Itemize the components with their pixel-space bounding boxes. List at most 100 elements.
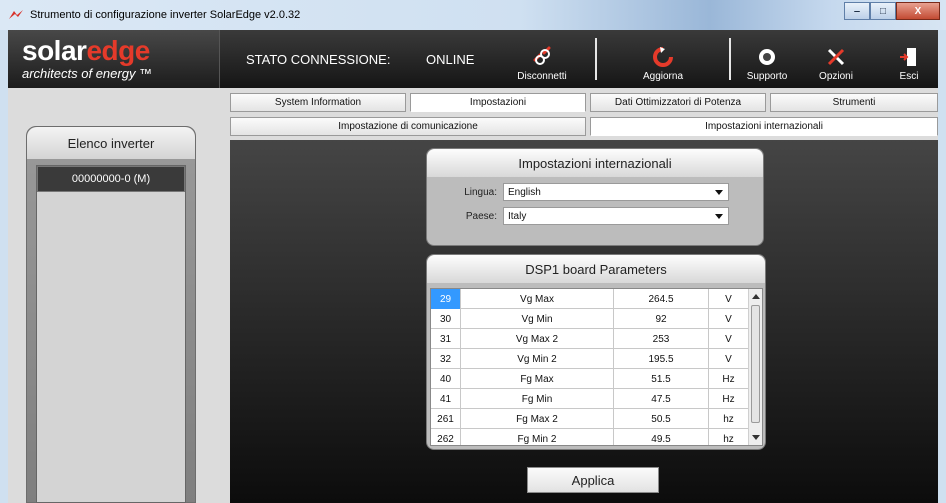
tab-tools[interactable]: Strumenti <box>770 93 938 112</box>
international-settings-title: Impostazioni internazionali <box>427 149 763 177</box>
window-controls: ‒ □ X <box>844 2 940 20</box>
table-row[interactable]: 30 Vg Min 92 V <box>431 309 749 329</box>
apply-button[interactable]: Applica <box>527 467 659 493</box>
param-name: Vg Min <box>461 309 614 329</box>
param-id: 31 <box>431 329 461 349</box>
logo-tagline: architects of energy ™ <box>22 66 153 81</box>
disconnect-button[interactable]: Disconnetti <box>512 36 572 82</box>
refresh-icon <box>653 47 673 67</box>
scroll-up-arrow-icon[interactable] <box>752 294 760 299</box>
param-value[interactable]: 264.5 <box>614 289 709 309</box>
param-id: 30 <box>431 309 461 329</box>
table-row[interactable]: 40 Fg Max 51.5 Hz <box>431 369 749 389</box>
table-row[interactable]: 29 Vg Max 264.5 V <box>431 289 749 309</box>
tab-communication-settings[interactable]: Impostazione di comunicazione <box>230 117 586 136</box>
tab-settings[interactable]: Impostazioni <box>410 93 586 112</box>
inverter-list-panel: Elenco inverter 00000000-0 (M) <box>26 126 196 503</box>
maximize-button[interactable]: □ <box>870 2 896 20</box>
param-id: 40 <box>431 369 461 389</box>
dsp-parameters-box: DSP1 board Parameters 29 Vg Max 264.5 V … <box>426 254 766 450</box>
tools-icon <box>827 48 845 66</box>
param-name: Fg Max <box>461 369 614 389</box>
tab-system-information[interactable]: System Information <box>230 93 406 112</box>
param-name: Vg Min 2 <box>461 349 614 369</box>
param-unit: Hz <box>709 389 749 409</box>
param-value[interactable]: 92 <box>614 309 709 329</box>
inverter-list[interactable]: 00000000-0 (M) <box>36 165 186 503</box>
disconnect-label: Disconnetti <box>517 71 567 82</box>
solaredge-app-icon <box>9 10 23 19</box>
scroll-down-arrow-icon[interactable] <box>752 435 760 440</box>
param-unit: V <box>709 349 749 369</box>
update-label: Aggiorna <box>642 71 684 82</box>
scrollbar-thumb[interactable] <box>751 305 760 423</box>
param-unit: hz <box>709 409 749 429</box>
dropdown-arrow-icon <box>715 190 723 195</box>
solaredge-logo: solaredge architects of energy ™ <box>8 30 220 88</box>
settings-content: Impostazioni internazionali Lingua: Engl… <box>230 140 938 503</box>
tab-optimizer-data[interactable]: Dati Ottimizzatori di Potenza <box>590 93 766 112</box>
dsp-parameters-grid[interactable]: 29 Vg Max 264.5 V 30 Vg Min 92 V 31 Vg M… <box>430 288 763 446</box>
param-id: 261 <box>431 409 461 429</box>
param-value[interactable]: 195.5 <box>614 349 709 369</box>
options-button[interactable]: Opzioni <box>814 36 858 82</box>
close-button[interactable]: X <box>896 2 940 20</box>
table-row[interactable]: 261 Fg Max 2 50.5 hz <box>431 409 749 429</box>
logo-word-edge: edge <box>86 35 150 66</box>
grid-scrollbar[interactable] <box>748 289 762 445</box>
param-name: Fg Max 2 <box>461 409 614 429</box>
param-value[interactable]: 253 <box>614 329 709 349</box>
table-row[interactable]: 32 Vg Min 2 195.5 V <box>431 349 749 369</box>
param-unit: V <box>709 329 749 349</box>
language-value: English <box>508 186 541 198</box>
country-select[interactable]: Italy <box>503 207 729 225</box>
dropdown-arrow-icon <box>715 214 723 219</box>
header-separator <box>595 38 597 80</box>
help-icon <box>759 49 775 65</box>
param-value[interactable]: 50.5 <box>614 409 709 429</box>
minimize-button[interactable]: ‒ <box>844 2 870 20</box>
language-label: Lingua: <box>464 187 497 198</box>
param-id: 29 <box>431 289 461 309</box>
dsp-parameters-title: DSP1 board Parameters <box>427 255 765 283</box>
param-id: 262 <box>431 429 461 445</box>
param-value[interactable]: 51.5 <box>614 369 709 389</box>
connection-status-value: ONLINE <box>426 52 475 67</box>
param-name: Vg Max <box>461 289 614 309</box>
connection-status-label: STATO CONNESSIONE: <box>246 52 391 67</box>
country-value: Italy <box>508 210 527 222</box>
language-select[interactable]: English <box>503 183 729 201</box>
app-frame: solaredge architects of energy ™ STATO C… <box>8 30 938 503</box>
update-button[interactable]: Aggiorna <box>638 36 688 82</box>
header-separator <box>729 38 731 80</box>
param-id: 41 <box>431 389 461 409</box>
support-label: Supporto <box>746 71 788 82</box>
param-unit: Hz <box>709 369 749 389</box>
param-id: 32 <box>431 349 461 369</box>
table-row[interactable]: 41 Fg Min 47.5 Hz <box>431 389 749 409</box>
param-name: Fg Min <box>461 389 614 409</box>
inverter-list-item[interactable]: 00000000-0 (M) <box>37 166 185 192</box>
main-tab-bar: System Information Impostazioni Dati Ott… <box>230 93 938 113</box>
param-value[interactable]: 49.5 <box>614 429 709 445</box>
param-name: Vg Max 2 <box>461 329 614 349</box>
table-row[interactable]: 262 Fg Min 2 49.5 hz <box>431 429 749 445</box>
param-unit: hz <box>709 429 749 445</box>
support-button[interactable]: Supporto <box>740 36 794 82</box>
country-label: Paese: <box>465 211 497 222</box>
app-header: solaredge architects of energy ™ STATO C… <box>8 30 938 88</box>
table-row[interactable]: 31 Vg Max 2 253 V <box>431 329 749 349</box>
param-value[interactable]: 47.5 <box>614 389 709 409</box>
exit-label: Esci <box>899 71 919 82</box>
options-label: Opzioni <box>819 71 853 82</box>
international-settings-box: Impostazioni internazionali Lingua: Engl… <box>426 148 764 246</box>
param-name: Fg Min 2 <box>461 429 614 445</box>
window-title-bar[interactable]: Strumento di configurazione inverter Sol… <box>0 0 946 30</box>
tab-international-settings[interactable]: Impostazioni internazionali <box>590 117 938 136</box>
settings-subtab-bar: Impostazione di comunicazione Impostazio… <box>230 117 938 137</box>
param-unit: V <box>709 309 749 329</box>
param-unit: V <box>709 289 749 309</box>
exit-button[interactable]: Esci <box>892 36 926 82</box>
exit-door-icon <box>900 48 916 66</box>
inverter-list-title: Elenco inverter <box>27 127 195 159</box>
